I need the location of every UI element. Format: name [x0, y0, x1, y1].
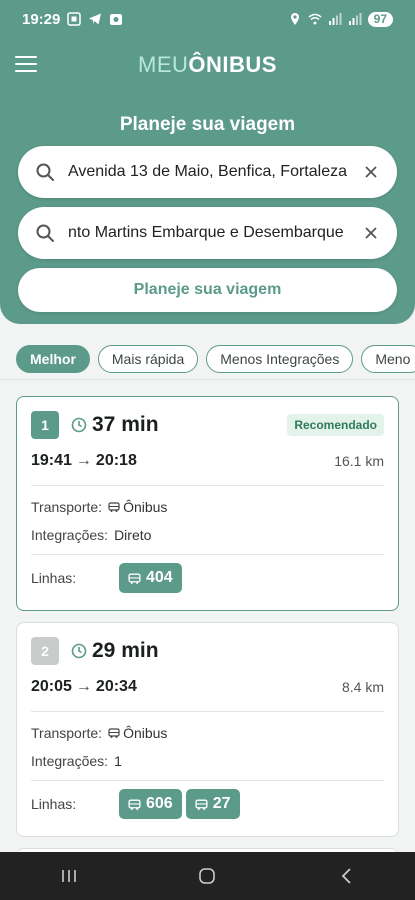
destination-field[interactable]: nto Martins Embarque e Desembarque [18, 207, 397, 259]
app-logo: MEUÔNIBUS [138, 52, 277, 77]
arrow-right-icon: → [75, 678, 92, 695]
integrations-value: Direto [114, 527, 152, 543]
back-icon[interactable] [326, 856, 366, 896]
integrations-label: Integrações: [31, 527, 109, 543]
integrations-label: Integrações: [31, 753, 109, 769]
close-icon[interactable] [359, 160, 383, 184]
search-icon [36, 224, 54, 242]
divider [31, 485, 384, 486]
system-nav-bar [0, 852, 415, 900]
bus-icon [195, 799, 208, 810]
route-results: 1 37 min Recomendado 19:41 → 20:18 16.1 … [0, 381, 415, 852]
transport-value: Ônibus [123, 725, 168, 741]
divider [31, 554, 384, 555]
route-distance: 8.4 km [341, 679, 384, 695]
status-bar: 19:29 97 [0, 0, 415, 38]
line-badge[interactable]: 27 [185, 789, 240, 819]
lines-label: Linhas: [31, 796, 77, 812]
integrations-value: 1 [114, 753, 122, 769]
route-card[interactable]: 1 37 min Recomendado 19:41 → 20:18 16.1 … [16, 396, 399, 611]
arrow-right-icon: → [75, 452, 92, 469]
bus-icon [108, 728, 120, 738]
route-rank: 1 [31, 411, 59, 439]
route-rank: 2 [31, 637, 59, 665]
status-time: 19:29 [22, 10, 61, 28]
planner-title: Planeje sua viagem [119, 114, 296, 135]
depart-time: 19:41 [31, 452, 72, 469]
bus-icon [128, 799, 141, 810]
origin-value[interactable]: Avenida 13 de Maio, Benfica, Fortaleza [68, 163, 359, 181]
line-number: 404 [146, 569, 173, 586]
line-badge[interactable]: 606 [119, 789, 182, 819]
lines-label: Linhas: [31, 570, 77, 586]
clock-icon [71, 417, 87, 433]
route-distance: 16.1 km [334, 453, 384, 469]
filter-fewest-integrations[interactable]: Menos Integrações [206, 344, 354, 373]
filter-more[interactable]: Meno [361, 344, 415, 373]
app-header: MEUÔNIBUS Planeje sua viagem Avenida 13 … [0, 38, 415, 324]
line-number: 27 [212, 795, 231, 812]
search-icon [36, 163, 54, 181]
recent-apps-icon[interactable] [49, 856, 89, 896]
route-card[interactable]: 2 29 min 20:05 → 20:34 8.4 km Transporte… [16, 622, 399, 837]
signal-icon-2 [348, 13, 362, 25]
line-number: 606 [146, 795, 173, 812]
wifi-icon [308, 13, 322, 25]
origin-field[interactable]: Avenida 13 de Maio, Benfica, Fortaleza [18, 146, 397, 198]
bus-icon [128, 573, 141, 584]
route-duration: 29 min [92, 639, 159, 662]
line-badge[interactable]: 404 [119, 563, 182, 593]
divider [31, 711, 384, 712]
clock-icon [71, 643, 87, 659]
app-notification-icon [110, 14, 123, 25]
destination-value[interactable]: nto Martins Embarque e Desembarque [68, 224, 359, 242]
arrive-time: 20:18 [95, 452, 137, 469]
screenshot-icon [67, 12, 82, 26]
filter-fastest[interactable]: Mais rápida [97, 344, 199, 373]
location-icon [290, 13, 299, 25]
arrive-time: 20:34 [95, 678, 137, 695]
filter-best[interactable]: Melhor [16, 344, 90, 373]
home-icon[interactable] [187, 856, 227, 896]
recommended-badge: Recomendado [287, 414, 384, 436]
close-icon[interactable] [359, 221, 383, 245]
route-duration: 37 min [92, 413, 159, 436]
divider [31, 780, 384, 781]
transport-value: Ônibus [123, 499, 168, 515]
battery-indicator: 97 [367, 11, 393, 27]
depart-time: 20:05 [31, 678, 72, 695]
filter-bar: Melhor Mais rápida Menos Integrações Men… [0, 338, 415, 380]
bus-icon [108, 502, 120, 512]
transport-label: Transporte: [31, 499, 103, 515]
telegram-icon [89, 13, 102, 25]
signal-icon [328, 13, 342, 25]
plan-trip-button[interactable]: Planeje sua viagem [18, 268, 397, 312]
transport-label: Transporte: [31, 725, 103, 741]
